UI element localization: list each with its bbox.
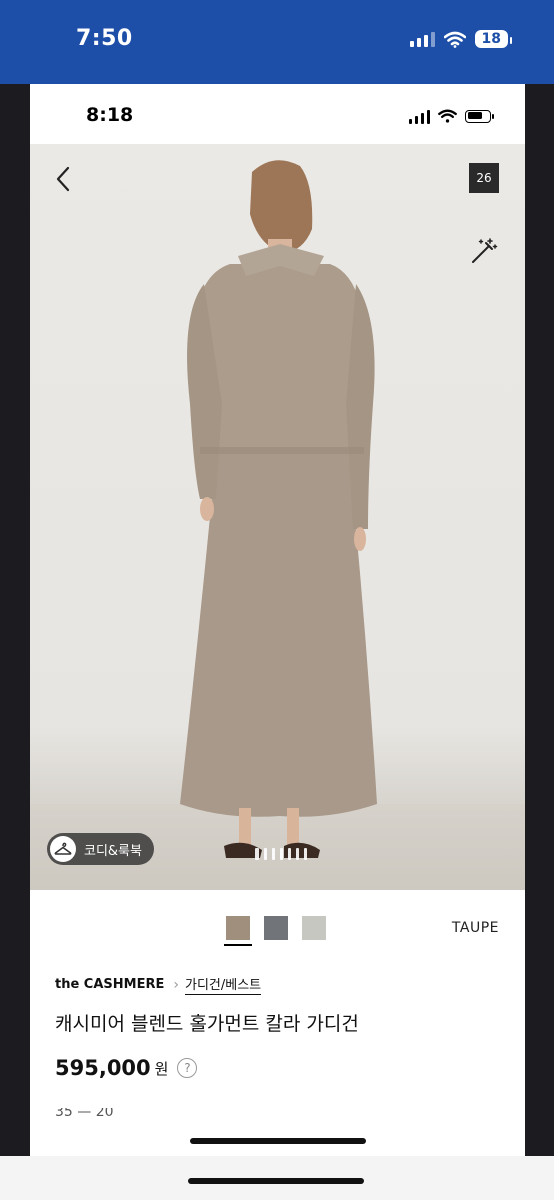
coordi-lookbook-button[interactable]: 코디&룩북 [47,833,154,865]
color-swatch-gray[interactable] [264,916,288,940]
cut-off-text: 35 — 20 [55,1108,114,1116]
category-link[interactable]: 가디건/베스트 [184,974,262,995]
outer-status-time: 7:50 [76,26,133,51]
outer-home-indicator[interactable] [188,1178,364,1184]
image-count-badge[interactable]: 26 [469,163,499,193]
question-circle-icon[interactable]: ? [177,1058,198,1078]
magic-wand-icon[interactable] [469,236,499,266]
wifi-icon [438,109,457,123]
chevron-right-icon: › [173,976,179,993]
breadcrumb: the CASHMERE › 가디건/베스트 [55,974,262,995]
inner-status-time: 8:18 [86,104,134,126]
hanger-icon [50,836,76,862]
pagination-dot [304,848,307,860]
battery-badge: 18 [474,30,513,48]
outer-status-bar: 7:50 18 [0,0,554,84]
pagination-dot [288,848,291,860]
cellular-signal-icon [409,31,435,47]
coordi-label: 코디&룩북 [84,843,142,859]
home-indicator[interactable] [190,1138,366,1144]
product-price: 595,000 [55,1056,151,1080]
pagination-dot [264,848,267,860]
wifi-icon [443,31,466,48]
back-chevron-icon[interactable] [52,164,76,194]
color-swatch-light-gray[interactable] [302,916,326,940]
pagination-dot [255,848,259,860]
outer-status-icons: 18 [409,30,513,48]
price-row: 595,000 원 ? [55,1056,198,1080]
image-pagination [255,848,307,860]
inner-screen: 8:18 26 코디&룩북 TAUPE the CASHMERE › 가디건/베… [30,84,525,1200]
brand-link[interactable]: the CASHMERE [55,977,164,992]
currency-label: 원 [154,1059,169,1078]
product-image[interactable]: 26 코디&룩북 [30,144,525,890]
pagination-dot [296,848,299,860]
product-title: 캐시미어 블렌드 홀가먼트 칼라 가디건 [55,1013,359,1035]
pagination-dot [272,848,275,860]
battery-icon [465,109,494,123]
color-swatch-taupe[interactable] [224,916,252,946]
pagination-dot [280,848,283,860]
model-figure [180,160,377,858]
selected-color-name: TAUPE [451,920,499,936]
inner-status-icons [409,108,494,124]
color-swatches [224,916,326,946]
inner-status-bar: 8:18 [30,84,525,144]
cellular-signal-icon [409,108,430,124]
